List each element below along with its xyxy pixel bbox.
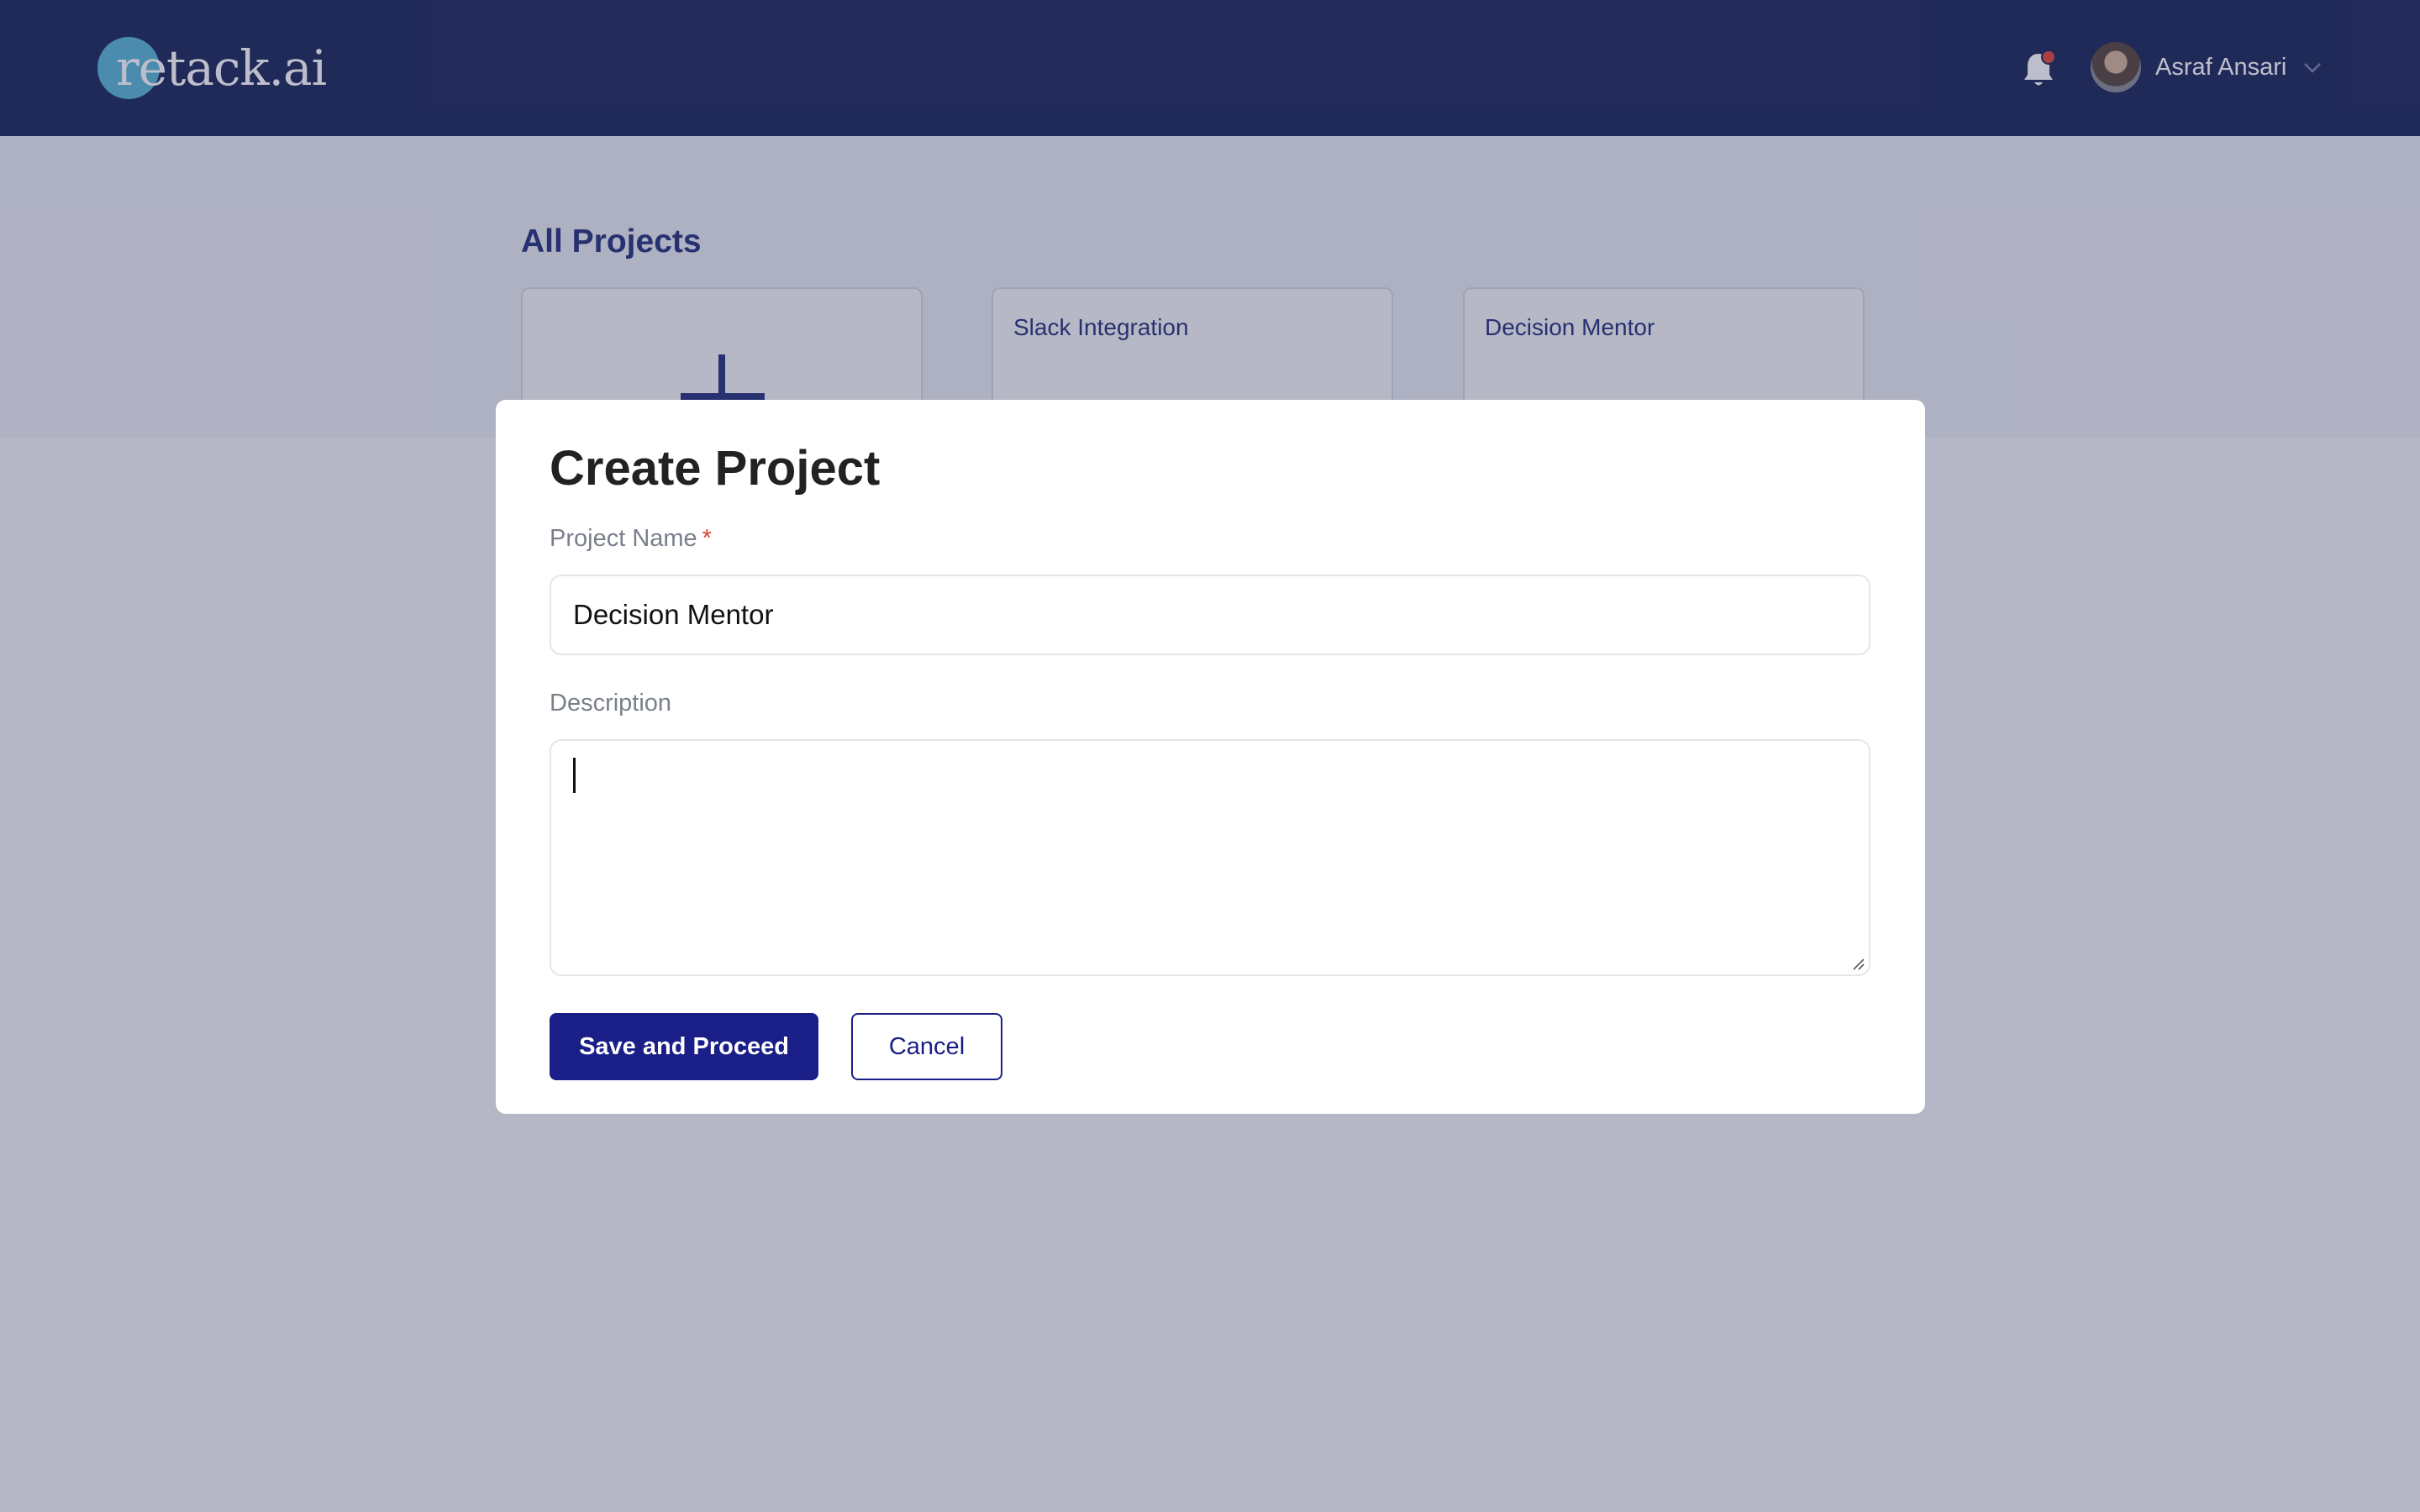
project-name-input[interactable]: Decision Mentor [550, 575, 1870, 655]
required-indicator: * [702, 525, 712, 552]
modal-title: Create Project [550, 441, 881, 496]
description-label: Description [550, 690, 672, 717]
modal-backdrop-band [0, 136, 2420, 438]
save-and-proceed-button[interactable]: Save and Proceed [550, 1013, 818, 1080]
cancel-button[interactable]: Cancel [851, 1013, 1002, 1080]
project-name-label: Project Name * [550, 522, 712, 555]
description-textarea[interactable] [550, 739, 1870, 976]
resize-handle-icon[interactable] [1850, 956, 1865, 971]
create-project-modal: Create Project Project Name * Decision Me… [496, 400, 1925, 1114]
text-caret [573, 758, 576, 793]
project-name-label-text: Project Name [550, 525, 697, 552]
